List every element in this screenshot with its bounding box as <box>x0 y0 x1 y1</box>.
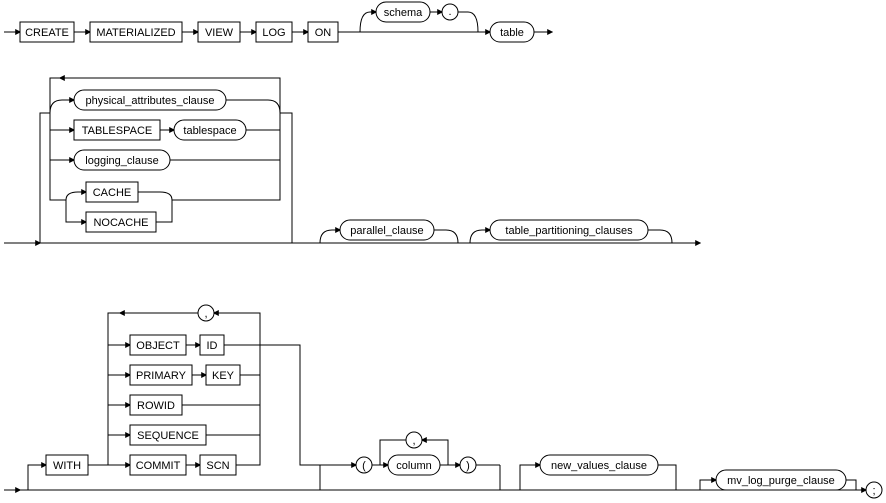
view-label: VIEW <box>205 27 234 39</box>
object-label: OBJECT <box>136 340 180 352</box>
row-2: physical_attributes_clause TABLESPACE ta… <box>4 78 700 243</box>
column-label: column <box>396 460 431 472</box>
table-partitioning-label: table_partitioning_clauses <box>505 225 633 237</box>
rparen-label: ) <box>466 460 470 472</box>
tablespace-nt-label: tablespace <box>183 125 236 137</box>
schema-label: schema <box>384 7 423 19</box>
row-1: CREATE MATERIALIZED VIEW LOG ON schema .… <box>4 2 552 42</box>
new-values-label: new_values_clause <box>551 460 647 472</box>
materialized-label: MATERIALIZED <box>96 27 175 39</box>
cache-label: CACHE <box>93 187 132 199</box>
id-label: ID <box>207 340 218 352</box>
scn-label: SCN <box>206 460 229 472</box>
nocache-label: NOCACHE <box>93 217 148 229</box>
key-label: KEY <box>212 370 235 382</box>
tablespace-kw-label: TABLESPACE <box>82 125 153 137</box>
rowid-label: ROWID <box>137 400 175 412</box>
primary-label: PRIMARY <box>136 370 187 382</box>
row-3: WITH , OBJECT ID PRIMARY KEY ROWID SE <box>4 305 882 498</box>
on-label: ON <box>315 27 332 39</box>
semicolon-label: ; <box>872 485 875 497</box>
with-label: WITH <box>53 460 81 472</box>
logging-clause-label: logging_clause <box>85 155 158 167</box>
log-label: LOG <box>262 27 285 39</box>
create-label: CREATE <box>25 27 69 39</box>
commit-label: COMMIT <box>136 460 181 472</box>
sequence-label: SEQUENCE <box>137 430 199 442</box>
physical-attributes-label: physical_attributes_clause <box>85 95 214 107</box>
table-label: table <box>500 27 524 39</box>
comma2-label: , <box>412 435 415 447</box>
dot-label: . <box>448 6 451 18</box>
comma-label: , <box>204 308 207 320</box>
parallel-clause-label: parallel_clause <box>350 225 423 237</box>
mv-log-purge-label: mv_log_purge_clause <box>727 475 835 487</box>
lparen-label: ( <box>362 460 366 472</box>
syntax-diagram: CREATE MATERIALIZED VIEW LOG ON schema .… <box>0 0 886 503</box>
